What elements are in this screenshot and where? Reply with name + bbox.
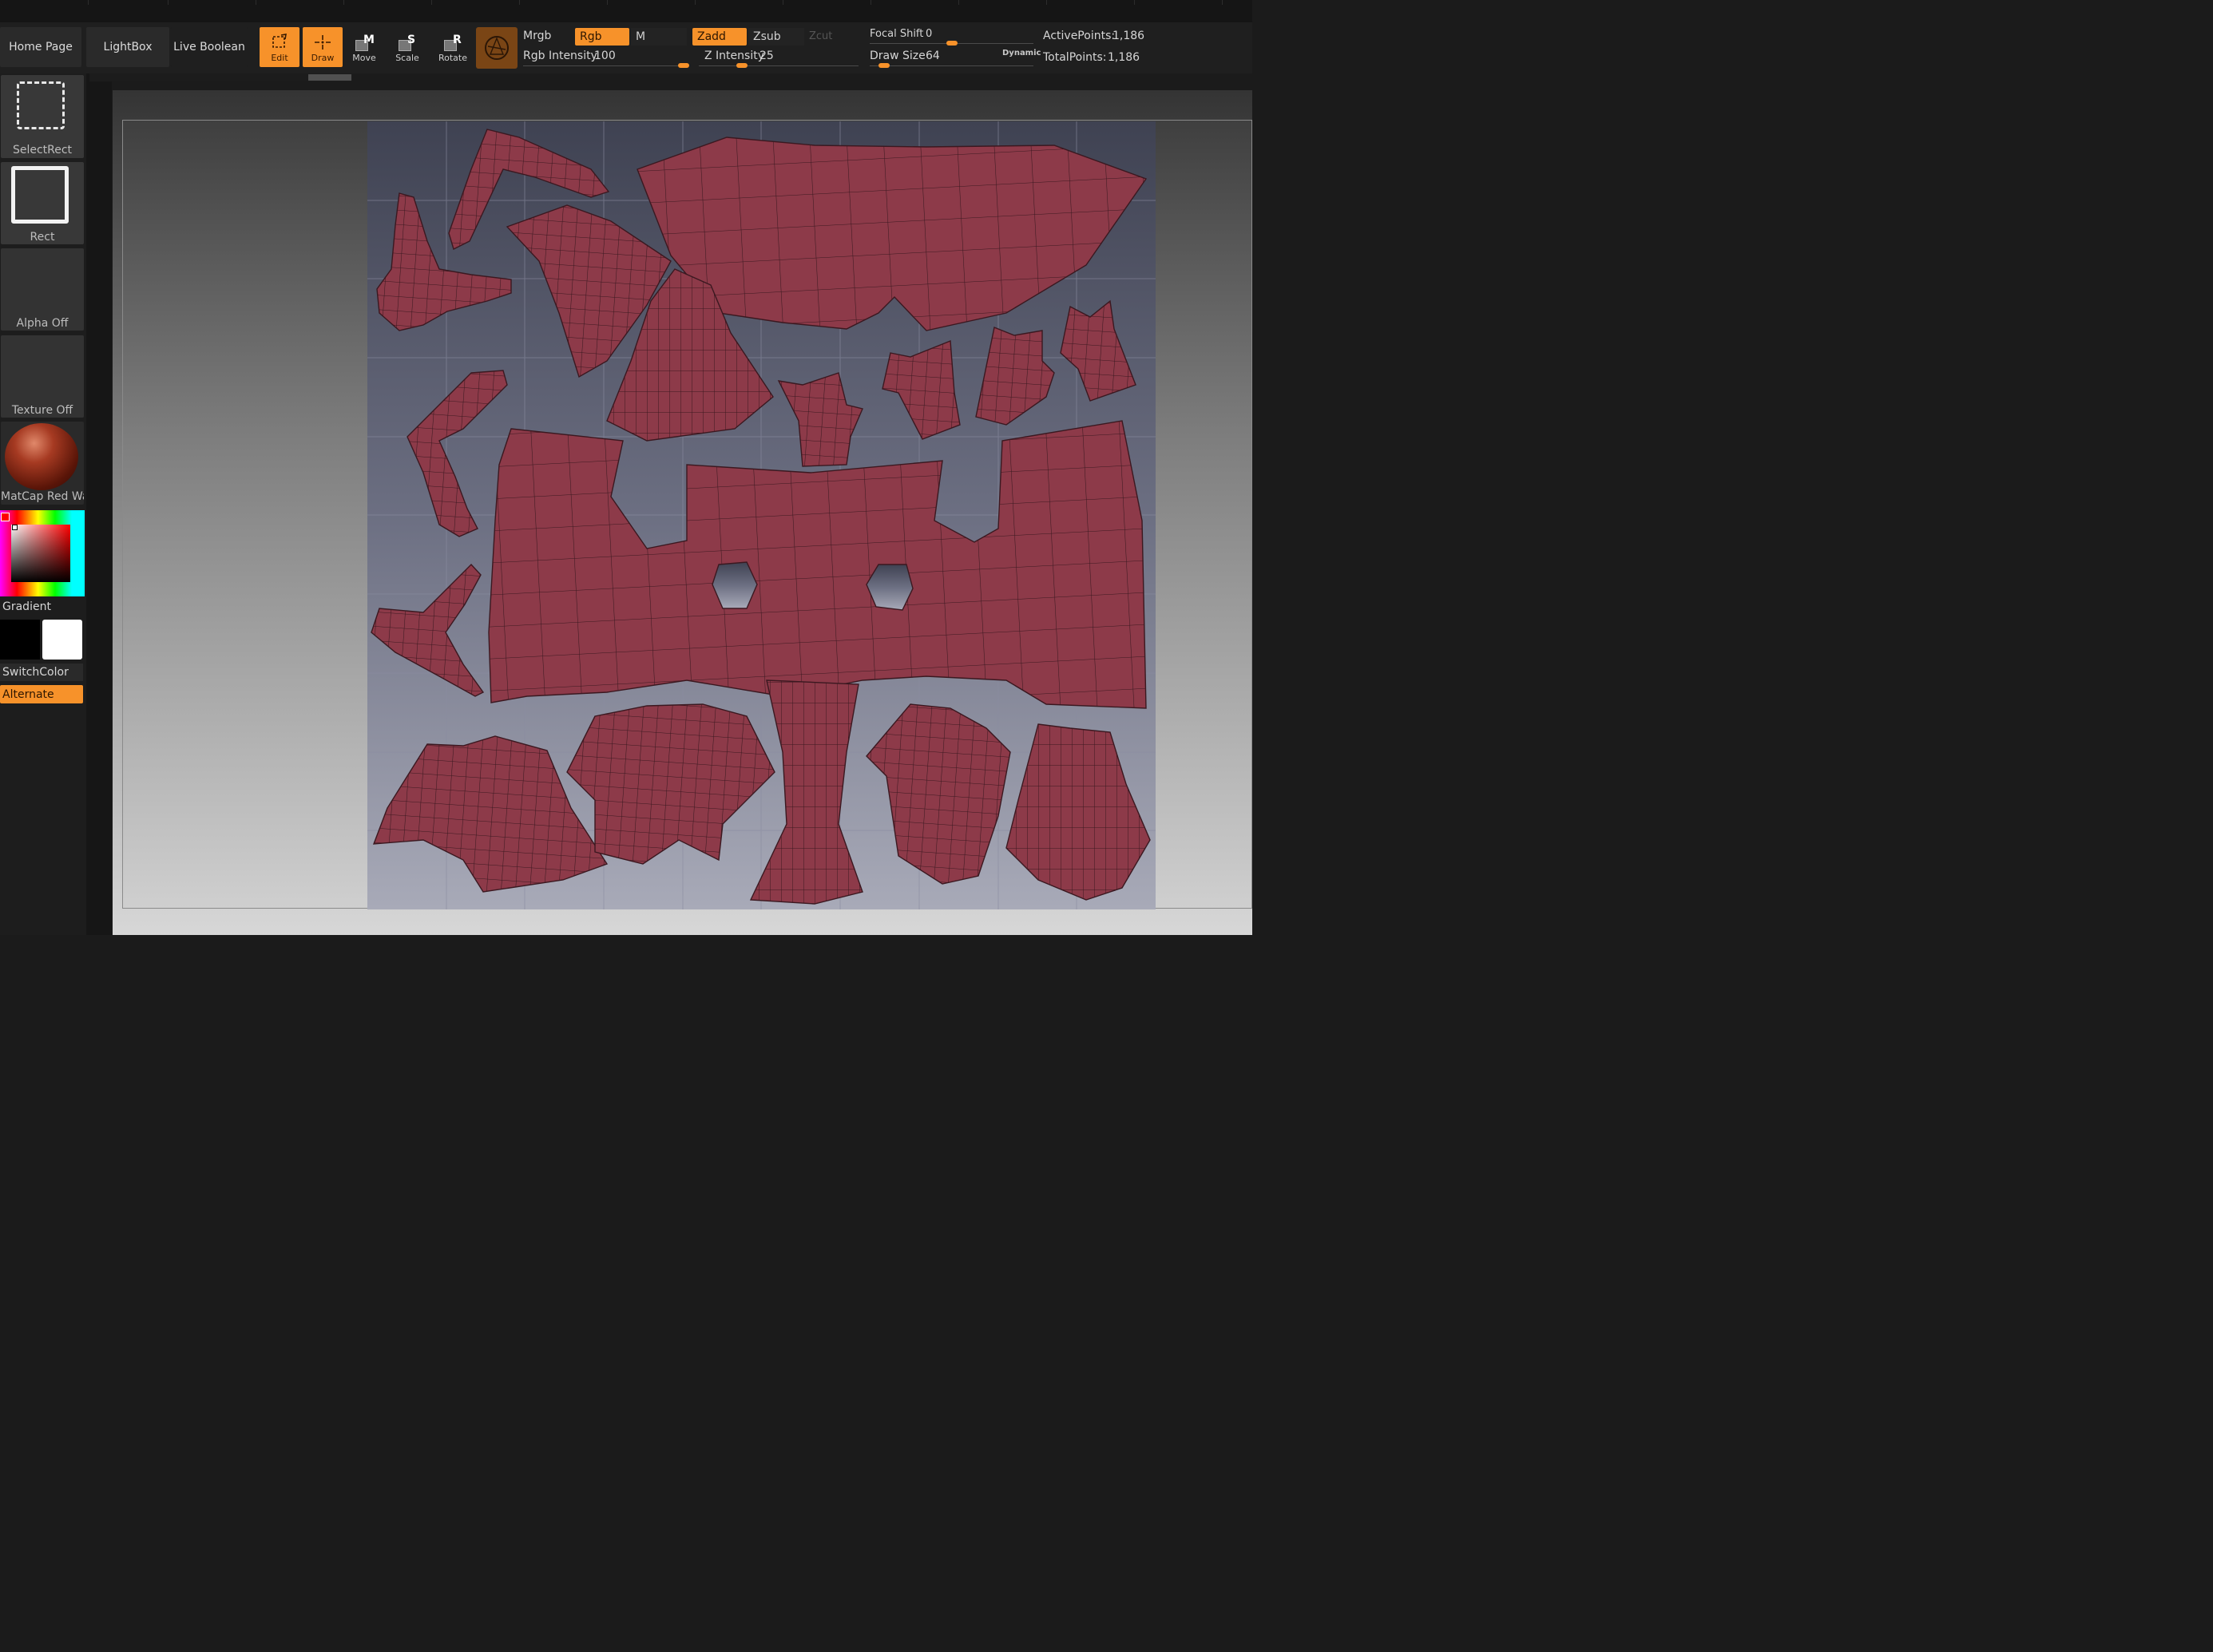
focal-shift-knob[interactable]: [946, 41, 958, 46]
active-points-value: 1,186: [1112, 30, 1145, 42]
draw-tool-button[interactable]: Draw: [303, 27, 343, 67]
zsub-label: Zsub: [753, 30, 781, 43]
draw-label: Draw: [311, 53, 335, 63]
m-label: M: [636, 30, 646, 43]
lightbox-label: LightBox: [103, 41, 153, 53]
draw-size-label: Draw Size: [870, 50, 926, 62]
draw-size-knob[interactable]: [878, 63, 890, 68]
live-boolean-label: Live Boolean: [173, 41, 245, 53]
strip-tick: [519, 0, 520, 5]
alternate-label: Alternate: [2, 687, 54, 701]
hue-marker[interactable]: [1, 513, 10, 521]
zadd-label: Zadd: [697, 30, 726, 43]
primary-color-swatch[interactable]: [42, 620, 82, 660]
secondary-color-swatch[interactable]: [0, 620, 40, 660]
strip-tick: [343, 0, 344, 5]
color-marker[interactable]: [12, 525, 18, 530]
focal-shift-label: Focal Shift: [870, 28, 924, 40]
material-button[interactable]: [476, 27, 518, 69]
color-saturation-square[interactable]: [11, 525, 70, 582]
scale-tool-button[interactable]: S Scale: [387, 27, 427, 67]
dynamic-toggle[interactable]: Dynamic: [1002, 49, 1041, 57]
color-picker[interactable]: [0, 510, 85, 596]
m-toggle[interactable]: M: [631, 28, 687, 46]
tray-divider: [86, 73, 112, 935]
uv-map-viewport[interactable]: [367, 121, 1156, 909]
select-rect-label: SelectRect: [12, 144, 73, 156]
z-intensity-label: Z Intensity: [704, 50, 764, 62]
rect-icon: [11, 166, 69, 224]
select-rect-button[interactable]: SelectRect: [1, 75, 84, 158]
zcut-toggle[interactable]: Zcut: [809, 30, 832, 42]
move-key-glyph: M: [363, 34, 375, 46]
strip-tick: [1046, 0, 1047, 5]
material-picker[interactable]: MatCap Red Wax: [1, 422, 84, 505]
rotate-tool-button[interactable]: R Rotate: [433, 27, 473, 67]
z-intensity-slider[interactable]: [699, 65, 859, 66]
zadd-toggle[interactable]: Zadd: [692, 28, 747, 46]
switch-color-button[interactable]: SwitchColor: [0, 664, 83, 681]
strip-tick: [88, 0, 89, 5]
rect-label: Rect: [30, 231, 55, 244]
rotate-key-glyph: R: [453, 34, 462, 46]
alpha-label: Alpha Off: [16, 317, 69, 330]
move-icon: M: [354, 34, 375, 51]
active-points-label: ActivePoints:: [1043, 30, 1116, 42]
mrgb-toggle[interactable]: Mrgb: [523, 30, 551, 42]
zsub-toggle[interactable]: Zsub: [748, 28, 804, 46]
edit-icon: [272, 34, 287, 48]
strip-tick: [958, 0, 959, 5]
edit-tool-button[interactable]: Edit: [260, 27, 299, 67]
rgb-label: Rgb: [580, 30, 602, 43]
move-tool-button[interactable]: M Move: [344, 27, 384, 67]
edit-label: Edit: [271, 53, 288, 63]
alpha-button[interactable]: Alpha Off: [1, 248, 84, 331]
rgb-intensity-label: Rgb Intensity: [523, 50, 597, 62]
total-points-value: 1,186: [1108, 51, 1140, 64]
strip-tick: [1222, 0, 1223, 5]
rgb-intensity-value: 100: [594, 50, 616, 62]
texture-label: Texture Off: [11, 404, 73, 417]
strip-tick: [168, 0, 169, 5]
strip-tick: [695, 0, 696, 5]
live-boolean-button[interactable]: Live Boolean: [171, 27, 248, 67]
scrollbar-thumb[interactable]: [308, 74, 351, 81]
lightbox-button[interactable]: LightBox: [86, 27, 169, 67]
gradient-toggle[interactable]: Gradient: [2, 600, 51, 613]
draw-size-slider[interactable]: [870, 65, 1033, 66]
home-page-button[interactable]: Home Page: [0, 27, 81, 67]
scale-icon: S: [397, 34, 418, 51]
matcap-sphere-icon: [5, 423, 78, 490]
draw-size-value: 64: [926, 50, 940, 62]
strip-tick: [607, 0, 608, 5]
total-points-label: TotalPoints:: [1043, 51, 1107, 64]
alternate-button[interactable]: Alternate: [0, 685, 83, 703]
draw-icon: [315, 35, 331, 50]
scale-key-glyph: S: [407, 34, 416, 46]
z-intensity-knob[interactable]: [736, 63, 748, 68]
z-intensity-value: 25: [759, 50, 774, 62]
home-page-label: Home Page: [9, 41, 73, 53]
matcap-label: MatCap Red Wax: [1, 490, 84, 503]
rgb-intensity-slider[interactable]: [523, 65, 689, 66]
rgb-intensity-knob[interactable]: [678, 63, 689, 68]
switch-color-label: SwitchColor: [2, 666, 69, 679]
rotate-label: Rotate: [438, 53, 467, 63]
rotate-icon: R: [442, 34, 463, 51]
strip-tick: [431, 0, 432, 5]
rgb-toggle[interactable]: Rgb: [575, 28, 629, 46]
strip-tick: [1134, 0, 1135, 5]
move-label: Move: [352, 53, 376, 63]
rect-button[interactable]: Rect: [1, 162, 84, 244]
material-sphere-icon: [485, 36, 509, 60]
top-menu-strip: [0, 0, 1252, 22]
scale-label: Scale: [395, 53, 419, 63]
select-rect-icon: [17, 81, 65, 129]
focal-shift-value: 0: [926, 28, 933, 40]
texture-button[interactable]: Texture Off: [1, 335, 84, 418]
